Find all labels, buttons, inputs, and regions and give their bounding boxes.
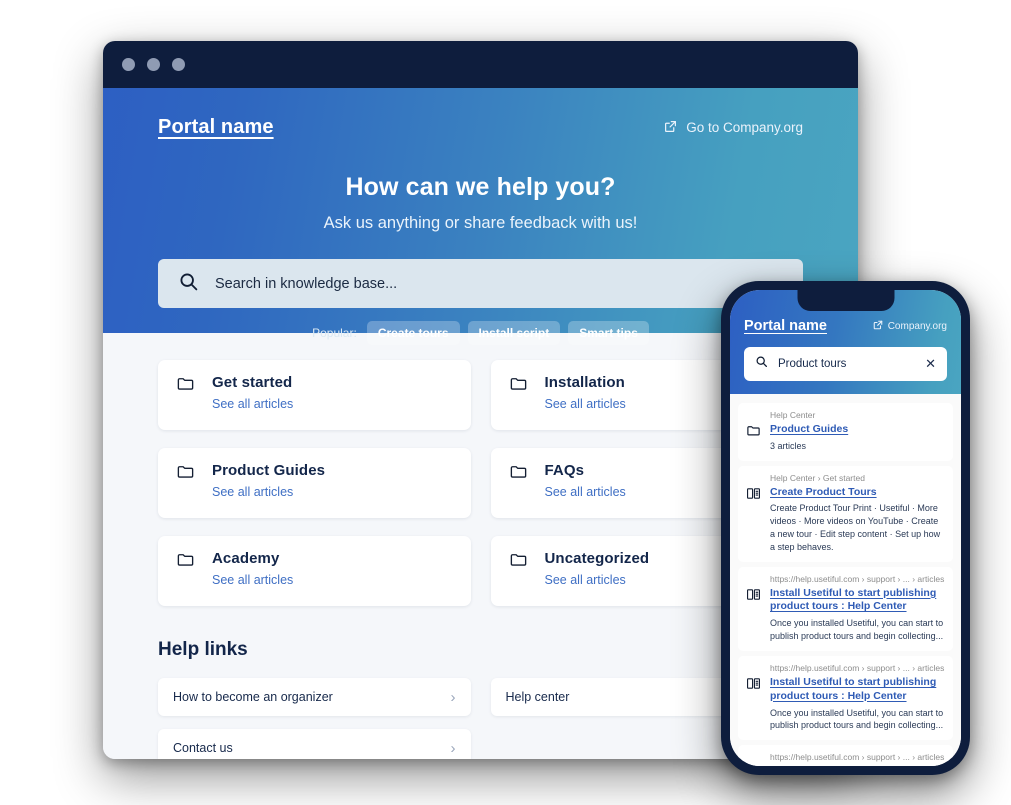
phone-company-link[interactable]: Company.org bbox=[873, 320, 947, 333]
phone-portal-name-link[interactable]: Portal name bbox=[744, 318, 827, 334]
result-breadcrumb: https://help.usetiful.com › support › ..… bbox=[770, 752, 945, 763]
window-titlebar bbox=[103, 41, 858, 88]
folder-icon bbox=[509, 374, 528, 430]
popular-tag-install-script[interactable]: Install script bbox=[467, 321, 561, 345]
see-all-articles-link[interactable]: See all articles bbox=[545, 573, 650, 587]
maximize-dot[interactable] bbox=[172, 58, 185, 71]
result-description: Once you installed Usetiful, you can sta… bbox=[770, 707, 944, 731]
folder-icon bbox=[176, 374, 195, 430]
category-title: Get started bbox=[212, 374, 293, 391]
search-input[interactable]: Search in knowledge base... bbox=[158, 259, 803, 308]
category-card-academy[interactable]: Academy See all articles bbox=[158, 536, 471, 606]
result-description: Create Product Tour Print · Usetiful · M… bbox=[770, 503, 941, 552]
phone-notch bbox=[797, 290, 894, 311]
result-breadcrumb: Help Center bbox=[770, 410, 816, 420]
result-title[interactable]: Install Usetiful to start publishing pro… bbox=[770, 765, 945, 766]
category-card-get-started[interactable]: Get started See all articles bbox=[158, 360, 471, 430]
see-all-articles-link[interactable]: See all articles bbox=[212, 485, 325, 499]
see-all-articles-link[interactable]: See all articles bbox=[545, 397, 626, 411]
search-icon bbox=[755, 355, 768, 373]
article-icon bbox=[746, 473, 762, 554]
hero-subtitle: Ask us anything or share feedback with u… bbox=[323, 214, 638, 232]
result-breadcrumb: https://help.usetiful.com › support › ..… bbox=[770, 662, 945, 673]
hero-topbar: Portal name Go to Company.org bbox=[158, 88, 803, 139]
search-results-panel[interactable]: Help Center Product Guides 3 articles He… bbox=[730, 394, 961, 766]
see-all-articles-link[interactable]: See all articles bbox=[545, 485, 626, 499]
popular-tag-smart-tips[interactable]: Smart tips bbox=[568, 321, 649, 345]
search-result-item[interactable]: Help Center › Get started Create Product… bbox=[738, 465, 953, 562]
chevron-right-icon: › bbox=[450, 688, 456, 706]
minimize-dot[interactable] bbox=[147, 58, 160, 71]
help-links-grid: How to become an organizer › Help center… bbox=[158, 678, 803, 759]
search-result-item[interactable]: Help Center Product Guides 3 articles bbox=[738, 403, 953, 461]
result-title[interactable]: Install Usetiful to start publishing pro… bbox=[770, 587, 945, 615]
go-to-company-link[interactable]: Go to Company.org bbox=[664, 120, 803, 136]
phone-search-value: Product tours bbox=[778, 358, 847, 370]
help-link-how-to-become-an-organizer[interactable]: How to become an organizer › bbox=[158, 678, 471, 716]
mobile-phone-mockup: Portal name Company.org Product tours ✕ … bbox=[721, 281, 970, 775]
category-title: FAQs bbox=[544, 462, 585, 479]
category-cards-grid: Get started See all articles Installatio… bbox=[158, 360, 803, 606]
folder-icon bbox=[746, 410, 762, 453]
portal-name-link[interactable]: Portal name bbox=[158, 116, 274, 139]
phone-hero-topbar: Portal name Company.org bbox=[744, 318, 947, 334]
result-description: 3 articles bbox=[770, 440, 807, 451]
close-icon[interactable]: ✕ bbox=[925, 356, 936, 372]
search-result-item[interactable]: https://help.usetiful.com › support › ..… bbox=[738, 566, 953, 651]
external-link-icon bbox=[664, 120, 677, 136]
result-breadcrumb: Help Center › Get started bbox=[770, 472, 865, 483]
see-all-articles-link[interactable]: See all articles bbox=[212, 397, 293, 411]
help-link-contact-us[interactable]: Contact us › bbox=[158, 729, 471, 759]
help-link-label: How to become an organizer bbox=[173, 690, 333, 704]
result-breadcrumb: https://help.usetiful.com › support › ..… bbox=[770, 573, 945, 584]
category-title: Uncategorized bbox=[544, 550, 650, 567]
search-icon bbox=[178, 271, 199, 297]
article-icon bbox=[746, 752, 762, 766]
category-title: Product Guides bbox=[212, 462, 326, 479]
folder-icon bbox=[509, 462, 528, 518]
phone-company-label: Company.org bbox=[887, 320, 947, 332]
help-links-heading: Help links bbox=[158, 639, 248, 660]
external-link-icon bbox=[873, 320, 883, 333]
search-result-item[interactable]: https://help.usetiful.com › support › ..… bbox=[738, 655, 953, 741]
hero-title: How can we help you? bbox=[345, 173, 616, 201]
result-title[interactable]: Product Guides bbox=[770, 423, 945, 437]
help-link-label: Contact us bbox=[173, 741, 233, 755]
result-title[interactable]: Install Usetiful to start publishing pro… bbox=[770, 676, 945, 704]
search-placeholder-text: Search in knowledge base... bbox=[215, 275, 398, 292]
article-icon bbox=[746, 663, 762, 732]
folder-icon bbox=[176, 462, 195, 518]
article-icon bbox=[746, 574, 762, 643]
category-title: Academy bbox=[212, 550, 280, 567]
help-link-label: Help center bbox=[505, 690, 570, 704]
close-dot[interactable] bbox=[122, 58, 135, 71]
popular-tags-row: Popular: Create tours Install script Sma… bbox=[158, 321, 803, 345]
go-to-company-label: Go to Company.org bbox=[686, 120, 803, 135]
popular-label: Popular: bbox=[312, 326, 357, 340]
popular-tag-create-tours[interactable]: Create tours bbox=[366, 321, 460, 345]
see-all-articles-link[interactable]: See all articles bbox=[212, 573, 293, 587]
result-description: Once you installed Usetiful, you can sta… bbox=[770, 618, 944, 642]
search-result-item[interactable]: https://help.usetiful.com › support › ..… bbox=[738, 745, 953, 766]
chevron-right-icon: › bbox=[450, 739, 456, 757]
folder-icon bbox=[509, 550, 528, 606]
category-title: Installation bbox=[544, 374, 625, 391]
phone-screen: Portal name Company.org Product tours ✕ … bbox=[730, 290, 961, 766]
folder-icon bbox=[176, 550, 195, 606]
result-title[interactable]: Create Product Tours bbox=[770, 486, 945, 500]
category-card-product-guides[interactable]: Product Guides See all articles bbox=[158, 448, 471, 518]
phone-search-input[interactable]: Product tours ✕ bbox=[744, 347, 947, 381]
